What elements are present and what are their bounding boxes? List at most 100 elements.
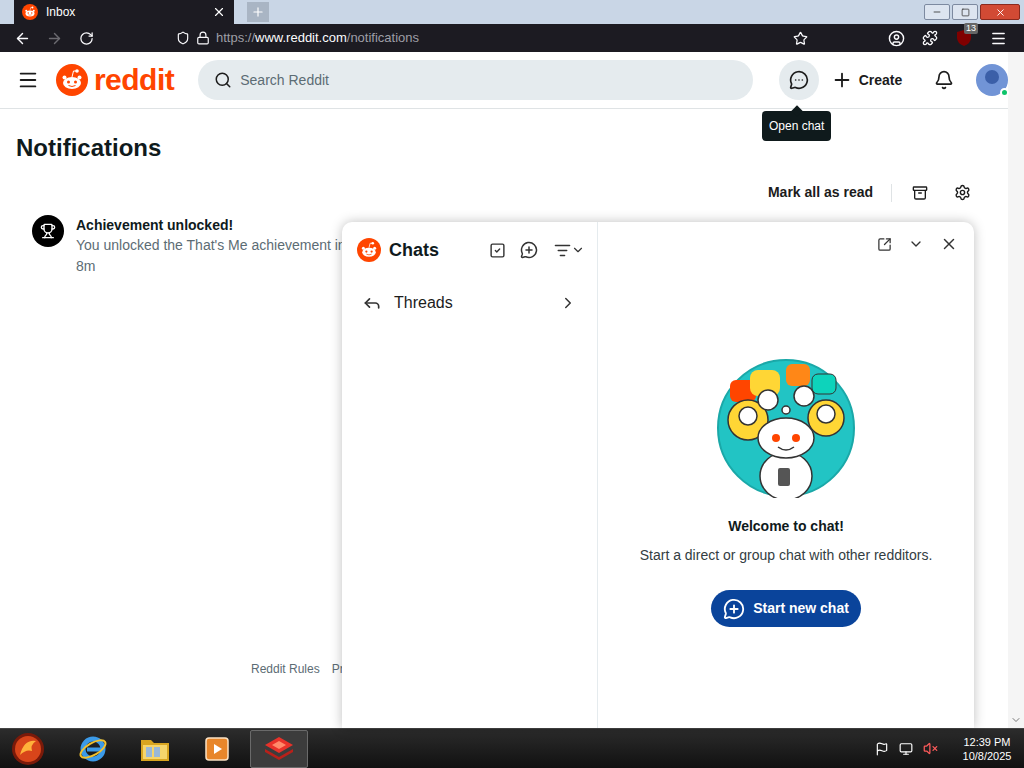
new-chat-icon[interactable] <box>520 241 538 259</box>
avatar-button[interactable] <box>976 64 1008 96</box>
taskbar-app[interactable] <box>64 730 122 768</box>
close-icon <box>995 7 1006 18</box>
chat-logo-icon <box>357 238 381 262</box>
tab-favicon-icon <box>22 4 38 20</box>
forward-arrow-icon <box>46 30 63 47</box>
internet-explorer-icon <box>78 734 108 764</box>
close-chat-icon[interactable] <box>940 235 958 253</box>
back-arrow-icon <box>14 30 31 47</box>
search-field[interactable]: Search Reddit <box>198 60 753 100</box>
start-new-chat-button[interactable]: Start new chat <box>711 590 861 627</box>
browser-tab[interactable]: Inbox <box>14 0 234 24</box>
chat-icon <box>789 70 809 90</box>
extensions-button[interactable] <box>913 30 947 46</box>
volume-muted-icon[interactable] <box>923 741 938 756</box>
clock-time: 12:39 PM <box>963 735 1010 749</box>
recorder-icon <box>262 734 296 764</box>
reddit-header: reddit Search Reddit Create <box>0 52 1008 109</box>
new-tab-button[interactable] <box>247 2 269 22</box>
clock[interactable]: 12:39 PM10/8/2025 <box>956 735 1018 763</box>
taskbar-app[interactable] <box>188 730 246 768</box>
welcome-text: Start a direct or group chat with other … <box>628 545 945 566</box>
welcome-title: Welcome to chat! <box>728 516 844 537</box>
chat-sidebar: Chats Threads <box>342 222 598 728</box>
filter-button[interactable] <box>554 242 585 259</box>
bell-icon <box>934 70 954 90</box>
minimize-button[interactable] <box>924 4 950 20</box>
hamburger-icon <box>17 69 39 91</box>
popout-icon[interactable] <box>877 237 892 252</box>
url-field[interactable]: https://www.reddit.com/notifications <box>172 26 812 50</box>
system-tray: 12:39 PM10/8/2025 <box>875 735 1024 763</box>
online-dot <box>1000 88 1009 97</box>
taskbar-app[interactable] <box>250 730 308 768</box>
mark-all-read-button[interactable]: Mark all as read <box>762 178 879 207</box>
restore-button[interactable] <box>952 4 978 20</box>
network-icon[interactable] <box>899 742 913 756</box>
window-controls <box>924 4 1024 20</box>
settings-button[interactable] <box>946 179 978 207</box>
chat-sidebar-header: Chats <box>342 222 597 278</box>
scrollbar[interactable] <box>1008 52 1024 728</box>
tab-strip: Inbox <box>0 0 1024 24</box>
close-window-button[interactable] <box>980 4 1020 20</box>
chevron-right-icon <box>559 294 577 312</box>
reddit-logo-icon <box>56 64 88 96</box>
reload-icon <box>79 31 94 46</box>
filter-icon <box>554 242 571 259</box>
create-button[interactable]: Create <box>823 60 911 100</box>
scroll-down-icon[interactable] <box>1010 714 1022 726</box>
gear-icon <box>954 184 971 201</box>
notification-time: 8m <box>76 256 346 277</box>
chat-window-controls <box>598 222 974 266</box>
trophy-badge <box>32 215 64 247</box>
lock-icon[interactable] <box>196 31 210 45</box>
account-button[interactable] <box>879 30 913 47</box>
action-center-flag-icon[interactable] <box>875 742 889 756</box>
account-icon <box>888 30 905 47</box>
chat-illustration-icon <box>716 358 856 498</box>
chat-main: Welcome to chat! Start a direct or group … <box>598 222 974 728</box>
ublock-button[interactable]: 13 <box>947 29 981 47</box>
notification-body: You unlocked the That's Me achievement i… <box>76 235 346 256</box>
plus-icon <box>251 5 265 19</box>
trophy-icon <box>40 223 56 239</box>
bookmark-star-icon[interactable] <box>793 31 808 46</box>
start-orb-icon <box>10 731 46 767</box>
new-chat-plus-icon <box>723 598 745 620</box>
url-text: https://www.reddit.com/notifications <box>216 28 787 48</box>
threads-icon <box>362 293 382 313</box>
threads-row[interactable]: Threads <box>342 278 597 328</box>
app-menu-button[interactable] <box>981 30 1015 47</box>
threads-label: Threads <box>394 291 547 315</box>
reddit-logo[interactable]: reddit <box>56 64 174 96</box>
footer-link[interactable]: Reddit Rules <box>251 660 320 678</box>
taskbar-app[interactable] <box>126 730 184 768</box>
start-new-chat-label: Start new chat <box>753 598 849 619</box>
reload-button[interactable] <box>70 31 102 46</box>
open-chat-button[interactable] <box>779 60 819 100</box>
archive-button[interactable] <box>904 179 936 207</box>
notifications-button[interactable] <box>924 60 964 100</box>
nav-bar: https://www.reddit.com/notifications 13 <box>0 24 1024 52</box>
clock-date: 10/8/2025 <box>963 749 1012 763</box>
forward-button[interactable] <box>38 30 70 47</box>
ublock-badge: 13 <box>964 23 978 34</box>
shield-icon[interactable] <box>176 31 190 45</box>
minimize-chat-icon[interactable] <box>908 236 924 252</box>
hamburger-button[interactable] <box>16 69 40 91</box>
mark-read-icon[interactable] <box>489 242 506 259</box>
folder-icon <box>139 735 171 763</box>
create-label: Create <box>859 70 903 91</box>
close-tab-icon[interactable] <box>212 5 226 19</box>
back-button[interactable] <box>6 30 38 47</box>
puzzle-icon <box>922 30 938 46</box>
search-placeholder: Search Reddit <box>240 70 329 91</box>
chevron-down-icon <box>571 243 585 257</box>
start-button[interactable] <box>6 730 50 768</box>
chats-title: Chats <box>389 237 439 264</box>
notifications-title: Notifications <box>0 109 1008 163</box>
archive-icon <box>912 185 928 201</box>
media-player-icon <box>203 735 231 763</box>
taskbar: 12:39 PM10/8/2025 <box>0 728 1024 768</box>
